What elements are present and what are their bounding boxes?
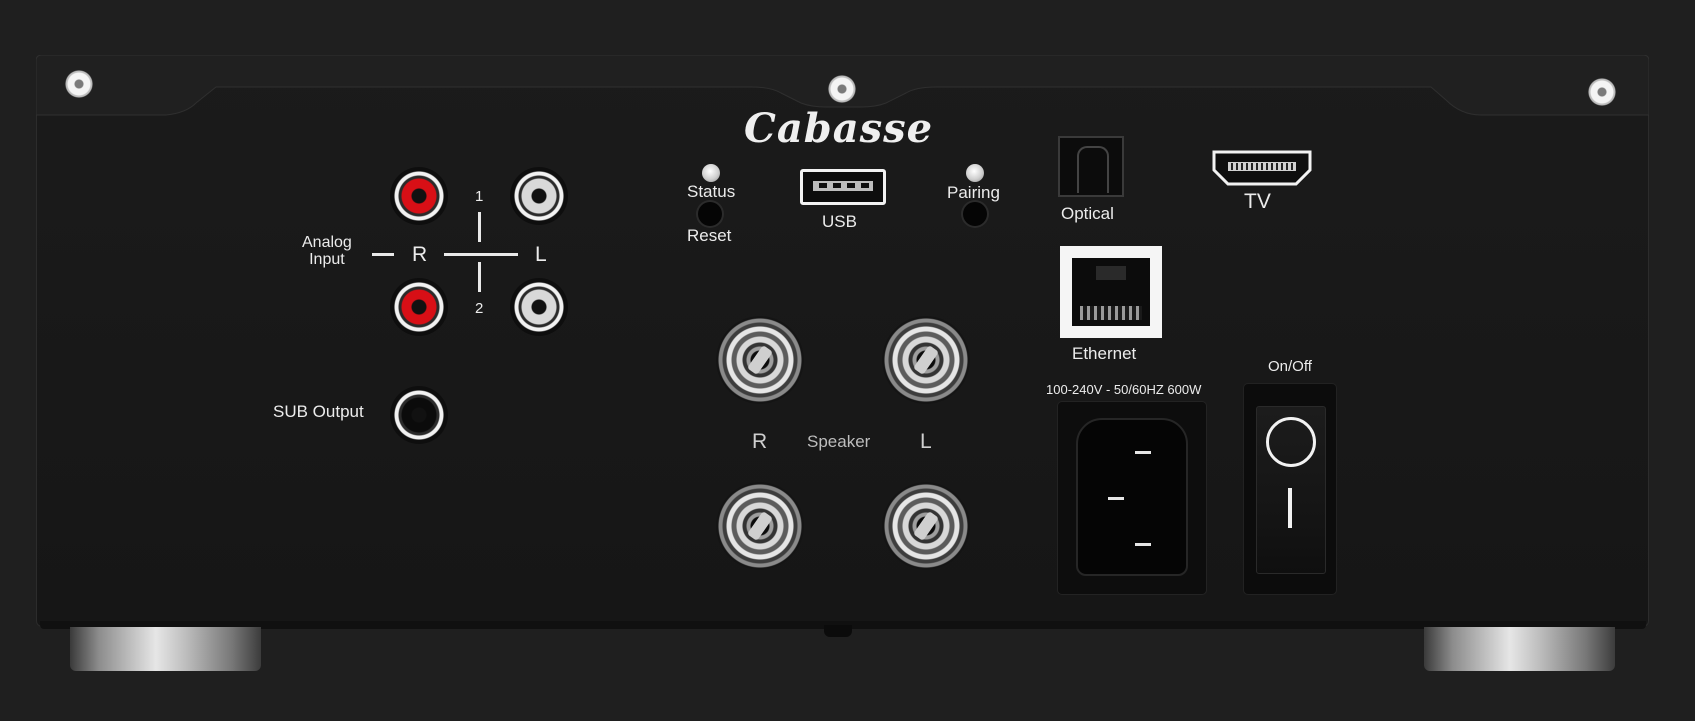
ethernet-port-icon[interactable]	[1060, 246, 1162, 338]
reset-label: Reset	[687, 226, 732, 245]
center-nub	[824, 625, 852, 637]
ethernet-pins	[1080, 306, 1142, 320]
analog-cross-horizontal	[444, 253, 518, 256]
usb-pin	[847, 183, 855, 188]
analog-input-2-label: 2	[475, 300, 484, 317]
analog-input-1-right-jack[interactable]	[390, 167, 448, 225]
optical-label: Optical	[1061, 204, 1114, 223]
optical-port-shutter	[1077, 146, 1109, 193]
analog-left-label: L	[535, 243, 547, 266]
power-rating-label: 100-240V - 50/60HZ 600W	[1046, 382, 1202, 397]
analog-input-2-right-jack[interactable]	[390, 278, 448, 336]
status-label: Status	[687, 182, 736, 201]
speaker-left-top-terminal[interactable]	[882, 316, 970, 404]
usb-port-icon[interactable]	[800, 169, 886, 205]
speaker-right-top-terminal[interactable]	[716, 316, 804, 404]
screw-icon	[1588, 78, 1616, 106]
speaker-right-bottom-terminal[interactable]	[716, 482, 804, 570]
speaker-left-label: L	[920, 430, 932, 453]
usb-pin	[833, 183, 841, 188]
ethernet-socket	[1072, 258, 1150, 326]
analog-input-2-left-jack[interactable]	[510, 278, 568, 336]
analog-right-label: R	[412, 243, 428, 266]
screw-icon	[828, 75, 856, 103]
power-on-symbol	[1288, 488, 1292, 528]
ethernet-label: Ethernet	[1072, 344, 1137, 363]
optical-port-icon[interactable]	[1058, 136, 1124, 197]
analog-cross-vertical-top	[478, 212, 481, 242]
power-inlet-pin	[1108, 497, 1124, 500]
speaker-right-label: R	[752, 430, 768, 453]
power-inlet-icon[interactable]	[1076, 418, 1188, 576]
analog-input-label-line1: Analog	[302, 234, 352, 251]
left-foot	[70, 627, 261, 671]
status-led	[702, 164, 720, 182]
analog-input-label-line	[372, 253, 394, 256]
pairing-button[interactable]	[963, 202, 987, 226]
power-off-symbol	[1266, 417, 1316, 467]
pairing-label: Pairing	[947, 183, 1000, 202]
analog-input-1-left-jack[interactable]	[510, 167, 568, 225]
analog-input-label: Analog Input	[302, 234, 352, 268]
usb-label: USB	[822, 212, 857, 231]
analog-input-label-line2: Input	[309, 251, 345, 268]
sub-output-label: SUB Output	[273, 402, 364, 421]
power-switch-label: On/Off	[1268, 358, 1312, 375]
screw-icon	[65, 70, 93, 98]
analog-input-1-label: 1	[475, 188, 484, 205]
ethernet-latch	[1096, 266, 1126, 280]
usb-tongue	[813, 181, 873, 191]
hdmi-tv-label: TV	[1244, 190, 1271, 213]
reset-button[interactable]	[698, 202, 722, 226]
power-inlet-pin	[1135, 543, 1151, 546]
power-inlet-pin	[1135, 451, 1151, 454]
right-foot	[1424, 627, 1615, 671]
usb-pin	[861, 183, 869, 188]
analog-cross-vertical-bottom	[478, 262, 481, 292]
speaker-label: Speaker	[807, 432, 871, 451]
pairing-led	[966, 164, 984, 182]
usb-pin	[819, 183, 827, 188]
hdmi-port-icon[interactable]	[1210, 146, 1314, 188]
brand-logo: Cabasse	[744, 105, 934, 152]
speaker-left-bottom-terminal[interactable]	[882, 482, 970, 570]
sub-output-jack[interactable]	[390, 386, 448, 444]
